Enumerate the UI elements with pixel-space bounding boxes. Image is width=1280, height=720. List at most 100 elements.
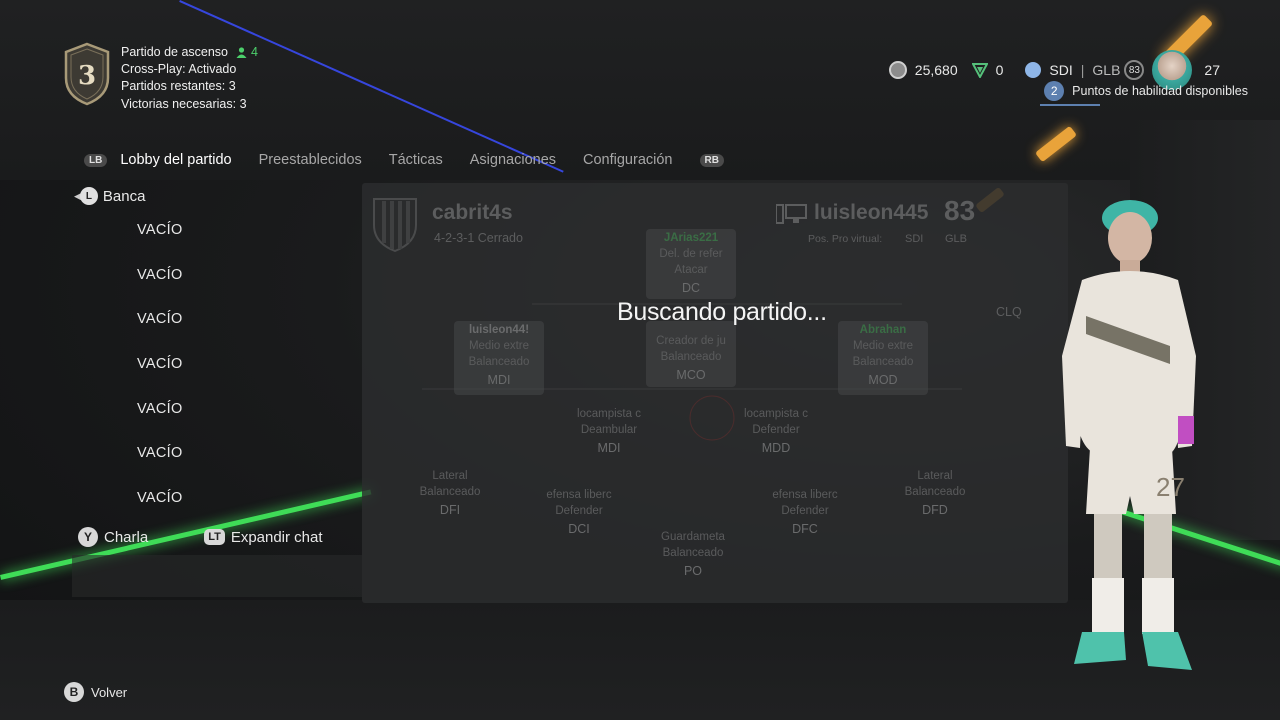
bench-list: VACÍO VACÍO VACÍO VACÍO VACÍO VACÍO VACÍ…: [137, 222, 183, 535]
tab-lobby[interactable]: Lobby del partido: [120, 152, 231, 168]
division-shield-icon: 3: [64, 42, 110, 106]
matchmaking-status: Buscando partido...: [617, 298, 827, 326]
position-code: MDI: [597, 441, 621, 455]
position-style: Balanceado: [904, 486, 966, 498]
position-rdm[interactable]: locampista c Defender MDD: [716, 406, 836, 456]
tab-settings[interactable]: Configuración: [583, 152, 672, 168]
position-ldm[interactable]: locampista c Deambular MDI: [549, 406, 669, 456]
position-role: Medio extre: [468, 340, 530, 352]
chat-controls: Y Charla LT Expandir chat: [78, 527, 323, 547]
expand-chat-label[interactable]: Expandir chat: [231, 529, 323, 546]
wins-needed: Victorias necesarias: 3: [121, 96, 247, 111]
bench-slot[interactable]: VACÍO: [137, 267, 183, 312]
position-code: PO: [683, 564, 703, 578]
lobby-tabs: LB Lobby del partido Preestablecidos Tác…: [84, 152, 724, 168]
position-role: efensa liberc: [546, 489, 612, 501]
position-gk[interactable]: Guardameta Balanceado PO: [633, 529, 753, 579]
separator: |: [1080, 62, 1085, 78]
position-role: efensa liberc: [772, 489, 838, 501]
position-code: MCO: [676, 368, 706, 382]
position-lb[interactable]: Lateral Balanceado DFI: [390, 468, 510, 518]
left-stick-icon: L: [79, 187, 98, 205]
tab-assignments[interactable]: Asignaciones: [470, 152, 556, 168]
tab-presets[interactable]: Preestablecidos: [259, 152, 362, 168]
position-style: Defender: [781, 505, 829, 517]
region-value: SDI: [1049, 62, 1073, 78]
bench-title: Banca: [102, 187, 146, 205]
lt-button-icon[interactable]: LT: [204, 529, 225, 545]
position-style: Balanceado: [852, 356, 914, 368]
position-lcb[interactable]: efensa liberc Defender DCI: [519, 487, 639, 537]
svg-text:27: 27: [1156, 472, 1185, 502]
position-code: DFD: [922, 503, 948, 517]
position-role: Guardameta: [661, 531, 725, 543]
players-count: 4: [251, 45, 258, 59]
player-level: 27: [1204, 62, 1220, 78]
bench-slot[interactable]: VACÍO: [137, 222, 183, 267]
tab-tactics[interactable]: Tácticas: [389, 152, 443, 168]
position-style: Atacar: [674, 264, 708, 276]
coins-icon: [888, 61, 907, 79]
position-st[interactable]: JArias221 Del. de refer Atacar DC: [631, 230, 751, 296]
position-rcb[interactable]: efensa liberc Defender DFC: [745, 487, 865, 537]
position-role: Lateral: [917, 470, 953, 482]
y-button-icon[interactable]: Y: [78, 527, 98, 547]
position-style: Balanceado: [468, 356, 530, 368]
b-button-icon[interactable]: B: [64, 682, 84, 702]
region-icon: [1025, 62, 1042, 78]
pro-player-figure: 27: [1062, 200, 1196, 670]
position-code: DC: [681, 281, 701, 295]
match-info: Partido de ascenso 4 Cross-Play: Activad…: [121, 44, 258, 113]
position-style: Balanceado: [660, 351, 722, 363]
lobby-players: 4: [236, 44, 258, 61]
skill-underline: [1040, 104, 1100, 106]
position-code: DFC: [792, 522, 818, 536]
position-player-name: JArias221: [663, 232, 719, 244]
crossplay-status: Cross-Play: Activado: [121, 62, 237, 77]
position-style: Balanceado: [662, 547, 724, 559]
match-mode: Partido de ascenso: [121, 45, 229, 59]
skill-points-label: Puntos de habilidad disponibles: [1072, 84, 1248, 98]
matches-remaining: Partidos restantes: 3: [121, 79, 236, 94]
position-role: Medio extre: [852, 340, 914, 352]
points-value: 0: [995, 62, 1004, 78]
position-style: Balanceado: [419, 486, 481, 498]
person-icon: [236, 47, 247, 59]
bench-slot[interactable]: VACÍO: [137, 311, 183, 356]
skill-points-badge: 2: [1044, 81, 1065, 101]
position-player-name: luisleon44!: [468, 324, 530, 336]
coins-value: 25,680: [914, 62, 958, 78]
skill-points[interactable]: 2 Puntos de habilidad disponibles: [1044, 81, 1248, 101]
bench-header[interactable]: ◀ L Banca: [74, 187, 145, 205]
position-code: MDI: [487, 373, 511, 387]
back-label[interactable]: Volver: [91, 685, 127, 700]
position-role: Lateral: [432, 470, 468, 482]
position-style: Defender: [555, 505, 603, 517]
chat-area: [72, 555, 362, 597]
bench-slot[interactable]: VACÍO: [137, 401, 183, 446]
rb-button-icon[interactable]: RB: [699, 153, 724, 167]
position-code: MDD: [761, 441, 791, 455]
position-role: locampista c: [744, 408, 808, 420]
position-role: Creador de ju: [656, 335, 726, 347]
overall-badge: 83: [1124, 60, 1145, 80]
position-rb[interactable]: Lateral Balanceado DFD: [875, 468, 995, 518]
chat-label[interactable]: Charla: [104, 529, 148, 546]
bench-slot[interactable]: VACÍO: [137, 445, 183, 490]
position-style: Defender: [752, 424, 800, 436]
position-style: Deambular: [580, 424, 638, 436]
position-code: DCI: [568, 522, 590, 536]
position-lm[interactable]: luisleon44! Medio extre Balanceado MDI: [439, 322, 559, 388]
formation-panel: cabrit4s 4-2-3-1 Cerrado luisleon445 83 …: [362, 183, 1068, 603]
back-control[interactable]: B Volver: [64, 682, 127, 702]
position-code: MOD: [868, 373, 898, 387]
position-player-name: Abrahan: [859, 324, 907, 336]
division-number: 3: [78, 61, 96, 91]
points-icon: [971, 63, 988, 78]
position-rm[interactable]: Abrahan Medio extre Balanceado MOD: [823, 322, 943, 388]
position-code: DFI: [439, 503, 461, 517]
glb-label: GLB: [1092, 62, 1121, 78]
bench-slot[interactable]: VACÍO: [137, 356, 183, 401]
lb-button-icon[interactable]: LB: [84, 153, 108, 167]
position-cam[interactable]: Creador de ju Balanceado MCO: [631, 333, 751, 383]
